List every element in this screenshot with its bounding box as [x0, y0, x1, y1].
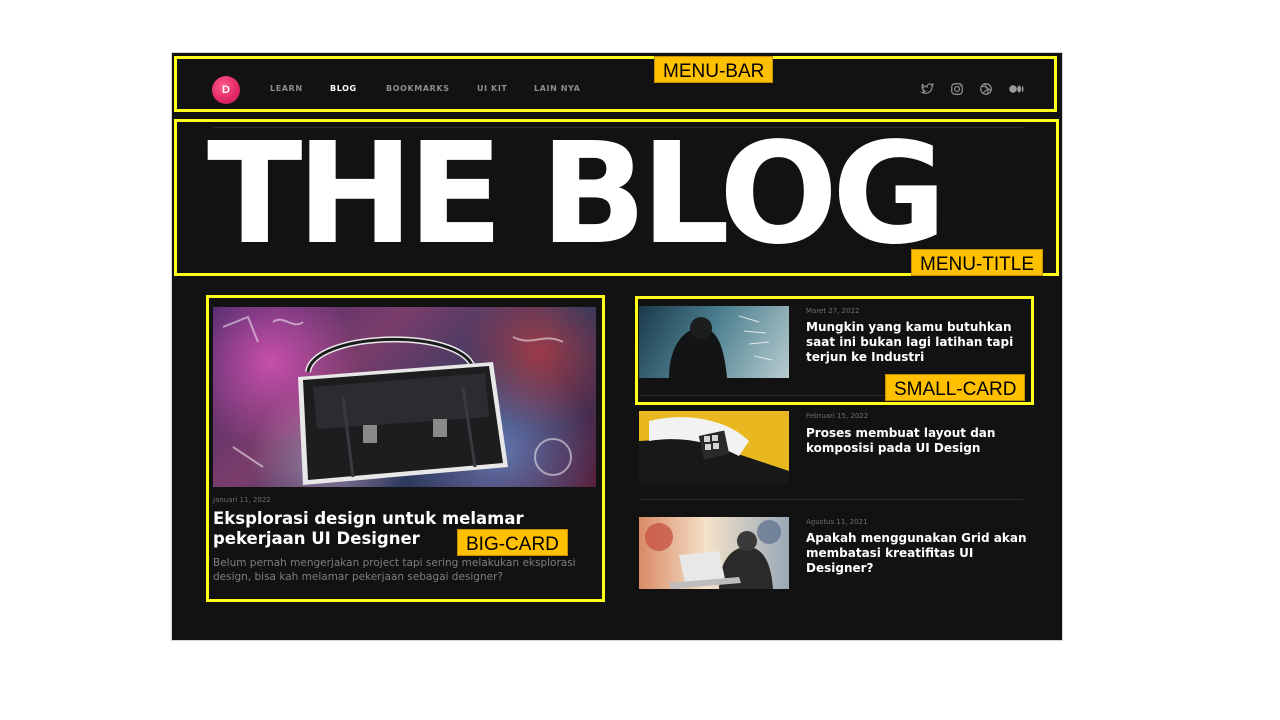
small-card-image[interactable]: [639, 517, 789, 589]
menu-bar-annotation-box: [174, 56, 1057, 112]
small-card-image[interactable]: [639, 411, 789, 483]
small-card-date: Februari 15, 2022: [806, 412, 869, 420]
small-card-title[interactable]: Apakah menggunakan Grid akan membatasi k…: [806, 531, 1036, 576]
menu-bar-annotation-label: MENU-BAR: [654, 56, 774, 83]
small-card-annotation-label: SMALL-CARD: [885, 374, 1026, 401]
menu-title-annotation-label: MENU-TITLE: [911, 249, 1043, 276]
card-divider: [639, 499, 1023, 500]
small-card-date: Agustus 11, 2021: [806, 518, 868, 526]
rubik-cube-photo: [639, 411, 789, 483]
big-card-annotation-label: BIG-CARD: [457, 529, 568, 556]
laptop-photo: [645, 520, 781, 589]
small-card-title[interactable]: Proses membuat layout dan komposisi pada…: [806, 426, 1036, 456]
